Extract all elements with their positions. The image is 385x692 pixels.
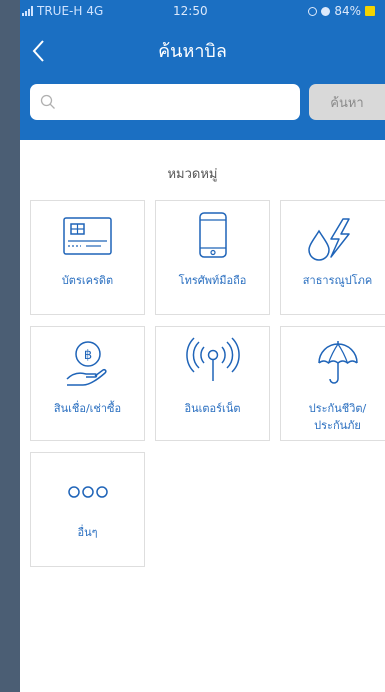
category-label: โทรศัพท์มือถือ	[178, 274, 247, 287]
category-more[interactable]: อื่นๆ	[30, 452, 145, 567]
search-icon	[40, 94, 55, 109]
header-bar: TRUE-H 4G 12:50 84% ค้นหาบิล ค้นหา	[20, 0, 385, 140]
category-loan[interactable]: ฿ สินเชื่อ/เช่าซื้อ	[30, 326, 145, 441]
category-label: สินเชื่อ/เช่าซื้อ	[53, 402, 122, 415]
category-credit-card[interactable]: บัตรเครดิต	[30, 200, 145, 315]
carrier-info: TRUE-H 4G	[22, 4, 103, 18]
rotation-lock-icon	[308, 6, 318, 16]
category-internet[interactable]: อินเตอร์เน็ต	[155, 326, 270, 441]
status-bar: TRUE-H 4G 12:50 84%	[20, 0, 385, 22]
category-label-line1: ประกันชีวิต/	[308, 402, 367, 415]
page-title: ค้นหาบิล	[158, 41, 227, 62]
mobile-phone-icon	[199, 212, 227, 258]
category-label: บัตรเครดิต	[61, 274, 114, 287]
svg-text:฿: ฿	[84, 348, 92, 363]
status-time: 12:50	[173, 4, 208, 18]
more-icon	[68, 486, 108, 498]
credit-card-icon	[63, 217, 112, 255]
screen: TRUE-H 4G 12:50 84% ค้นหาบิล ค้นหา หมวดห…	[0, 0, 385, 692]
status-indicators: 84%	[308, 4, 375, 18]
alarm-icon	[321, 6, 331, 16]
category-utilities[interactable]: สาธารณูปโภค	[280, 200, 385, 315]
left-frame	[0, 0, 20, 692]
search-box[interactable]	[30, 84, 300, 120]
search-input[interactable]	[64, 84, 294, 120]
battery-icon	[365, 6, 375, 16]
carrier-name: TRUE-H	[37, 4, 83, 18]
signal-icon	[22, 6, 33, 16]
loan-icon: ฿	[66, 341, 107, 386]
category-label-line2: ประกันภัย	[314, 419, 361, 432]
category-label: อินเตอร์เน็ต	[184, 402, 241, 415]
network-type: 4G	[86, 4, 104, 18]
category-label: อื่นๆ	[77, 526, 98, 539]
category-mobile-phone[interactable]: โทรศัพท์มือถือ	[155, 200, 270, 315]
search-button[interactable]: ค้นหา	[309, 84, 385, 120]
category-section-title: หมวดหมู่	[167, 167, 218, 182]
battery-percent: 84%	[334, 4, 361, 18]
category-label: สาธารณูปโภค	[302, 274, 373, 287]
internet-icon	[186, 337, 240, 381]
utilities-icon	[308, 218, 350, 261]
category-insurance[interactable]: ประกันชีวิต/ ประกันภัย	[280, 326, 385, 441]
